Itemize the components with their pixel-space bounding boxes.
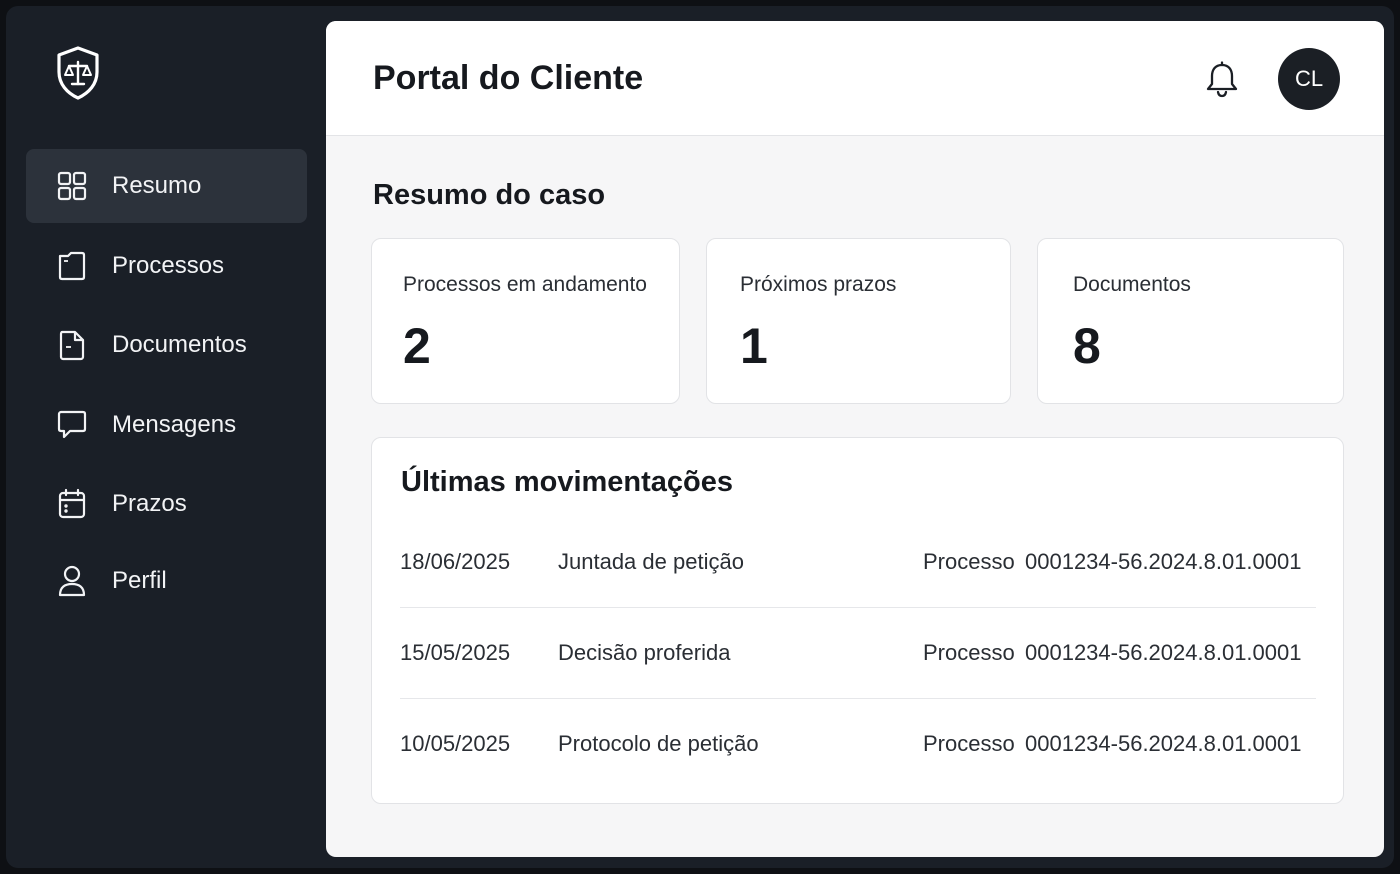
bell-icon[interactable]	[1204, 61, 1240, 99]
sidebar-item-label: Mensagens	[112, 411, 237, 438]
row-process-number: 0001234-56.2024.8.01.0001	[1025, 731, 1302, 756]
card-label: Processos em andamento	[403, 273, 647, 296]
table-row[interactable]: 10/05/2025 Protocolo de petição Processo…	[400, 699, 1316, 790]
table-row[interactable]: 18/06/2025 Juntada de petição Processo 0…	[400, 517, 1316, 608]
activity-panel: Últimas movimentações 18/06/2025 Juntada…	[371, 437, 1344, 804]
card-value: 8	[1073, 318, 1101, 374]
scales-shield-logo-icon	[54, 44, 102, 102]
row-event: Decisão proferida	[558, 640, 731, 665]
summary-card-processos: Processos em andamento 2	[371, 238, 680, 404]
chat-icon	[56, 409, 88, 441]
sidebar-item-resumo[interactable]: Resumo	[26, 149, 307, 223]
sidebar-item-label: Prazos	[112, 490, 187, 517]
summary-card-prazos: Próximos prazos 1	[706, 238, 1011, 404]
top-bar: Portal do Cliente CL	[326, 21, 1384, 136]
sidebar: Resumo Processos Documentos Mensagens Pr…	[6, 6, 326, 868]
folder-icon	[56, 250, 88, 282]
card-label: Próximos prazos	[740, 273, 897, 296]
sidebar-item-prazos[interactable]: Prazos	[26, 467, 307, 541]
sidebar-item-documentos[interactable]: Documentos	[26, 308, 307, 382]
row-process-label: Processo	[923, 731, 1015, 756]
row-process-number: 0001234-56.2024.8.01.0001	[1025, 549, 1302, 574]
row-date: 10/05/2025	[400, 731, 511, 756]
sidebar-item-mensagens[interactable]: Mensagens	[26, 388, 307, 462]
avatar[interactable]: CL	[1278, 48, 1340, 110]
section-title: Resumo do caso	[373, 179, 606, 211]
card-value: 2	[403, 318, 431, 374]
card-label: Documentos	[1073, 273, 1191, 296]
row-date: 18/06/2025	[400, 549, 511, 574]
row-event: Protocolo de petição	[558, 731, 759, 756]
document-icon	[56, 329, 88, 361]
summary-card-documentos: Documentos 8	[1037, 238, 1344, 404]
row-process-number: 0001234-56.2024.8.01.0001	[1025, 640, 1302, 665]
row-date: 15/05/2025	[400, 640, 511, 665]
sidebar-item-processos[interactable]: Processos	[26, 229, 307, 303]
app-window: Resumo Processos Documentos Mensagens Pr…	[6, 6, 1394, 868]
page-title: Portal do Cliente	[373, 59, 644, 97]
sidebar-item-perfil[interactable]: Perfil	[26, 544, 307, 618]
row-process-label: Processo	[923, 640, 1015, 665]
sidebar-item-label: Resumo	[112, 172, 202, 199]
row-event: Juntada de petição	[558, 549, 744, 574]
row-process-label: Processo	[923, 549, 1015, 574]
table-row[interactable]: 15/05/2025 Decisão proferida Processo 00…	[400, 608, 1316, 699]
calendar-icon	[56, 488, 88, 520]
activity-title: Últimas movimentações	[401, 466, 734, 498]
sidebar-item-label: Perfil	[112, 567, 167, 594]
card-value: 1	[740, 318, 768, 374]
sidebar-item-label: Processos	[112, 252, 225, 279]
user-icon	[56, 565, 88, 597]
main-content: Portal do Cliente CL Resumo do caso Proc…	[326, 21, 1384, 857]
grid-icon	[56, 170, 88, 202]
sidebar-item-label: Documentos	[112, 331, 247, 358]
